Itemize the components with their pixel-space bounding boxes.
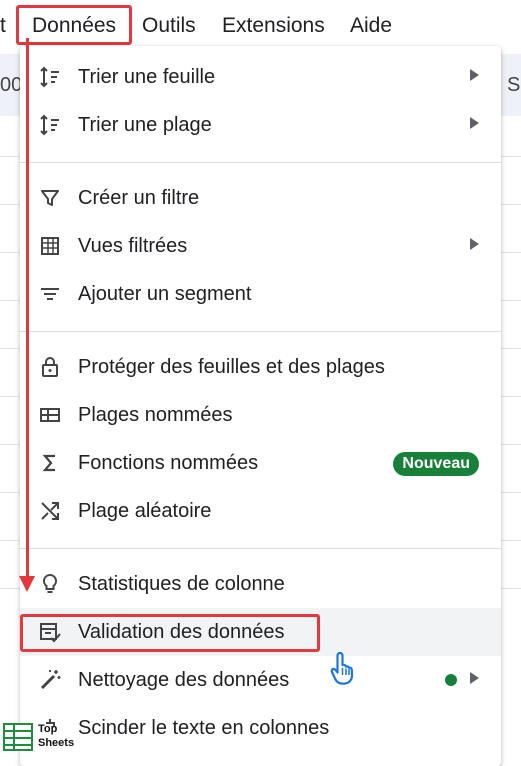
menubar-highlight-box: [16, 5, 132, 45]
new-badge: Nouveau: [393, 452, 479, 476]
menu-divider: [20, 162, 501, 163]
menu-item-data-cleanup[interactable]: Nettoyage des données: [20, 656, 501, 704]
menu-item-label: Créer un filtre: [78, 187, 200, 209]
magic-wand-icon: [38, 668, 62, 692]
lock-icon: [38, 355, 62, 379]
menu-divider: [20, 548, 501, 549]
menu-item-filter-views[interactable]: Vues filtrées: [20, 222, 501, 270]
submenu-arrow-icon: [470, 672, 479, 684]
menu-item-protect-sheets[interactable]: Protéger des feuilles et des plages: [20, 343, 501, 391]
sort-icon: [38, 65, 62, 89]
annotation-arrow-head-icon: [19, 576, 35, 592]
menu-item-label: Fonctions nommées: [78, 452, 259, 474]
menu-item-label: Scinder le texte en colonnes: [78, 717, 330, 739]
menu-item-random-range[interactable]: Plage aléatoire: [20, 487, 501, 535]
submenu-arrow-icon: [470, 117, 479, 129]
menu-item-label: Plages nommées: [78, 404, 233, 426]
menu-item-label: Statistiques de colonne: [78, 573, 285, 595]
sort-icon: [38, 113, 62, 137]
menu-item-sort-sheet[interactable]: Trier une feuille: [20, 53, 501, 101]
menu-item-label: Protéger des feuilles et des plages: [78, 356, 385, 378]
logo-text-line2: Sheets: [38, 737, 75, 749]
toolbar-left-glyph: 00: [0, 74, 23, 96]
data-menu-dropdown: Trier une feuille Trier une plage Créer …: [20, 46, 501, 766]
menu-item-create-filter[interactable]: Créer un filtre: [20, 174, 501, 222]
menu-item-named-functions[interactable]: Fonctions nommées Nouveau: [20, 439, 501, 487]
menu-item-split-text[interactable]: Scinder le texte en colonnes: [20, 704, 501, 752]
menu-item-sort-range[interactable]: Trier une plage: [20, 101, 501, 149]
menubar-item-aide[interactable]: Aide: [350, 13, 392, 39]
named-ranges-icon: [38, 403, 62, 427]
submenu-arrow-icon: [470, 238, 479, 250]
menu-item-label: Nettoyage des données: [78, 669, 290, 691]
annotation-arrow-line: [26, 38, 29, 578]
hand-cursor-icon: [330, 650, 360, 691]
menu-item-label: Vues filtrées: [78, 235, 188, 257]
submenu-arrow-icon: [470, 69, 479, 81]
menu-item-add-slicer[interactable]: Ajouter un segment: [20, 270, 501, 318]
shuffle-icon: [38, 499, 62, 523]
menu-divider: [20, 331, 501, 332]
filter-icon: [38, 186, 62, 210]
menu-item-column-stats[interactable]: Statistiques de colonne: [20, 560, 501, 608]
menubar-item-partial[interactable]: t: [0, 13, 6, 39]
lightbulb-icon: [38, 572, 62, 596]
menu-item-named-ranges[interactable]: Plages nommées: [20, 391, 501, 439]
menubar-item-extensions[interactable]: Extensions: [222, 13, 325, 39]
menu-item-label: Trier une feuille: [78, 66, 216, 88]
menubar-item-outils[interactable]: Outils: [142, 13, 196, 39]
validation-highlight-box: [20, 614, 320, 652]
logo-text: Top Sheets: [38, 722, 74, 750]
sigma-icon: [38, 451, 62, 475]
menu-item-label: Trier une plage: [78, 114, 212, 136]
menu-item-label: Ajouter un segment: [78, 283, 252, 305]
slicer-icon: [38, 282, 62, 306]
status-dot: [445, 674, 457, 686]
filter-views-icon: [38, 234, 62, 258]
menu-item-label: Plage aléatoire: [78, 500, 212, 522]
toolbar-right-glyph: S: [507, 74, 521, 96]
logo-text-line1: Top: [38, 723, 58, 735]
